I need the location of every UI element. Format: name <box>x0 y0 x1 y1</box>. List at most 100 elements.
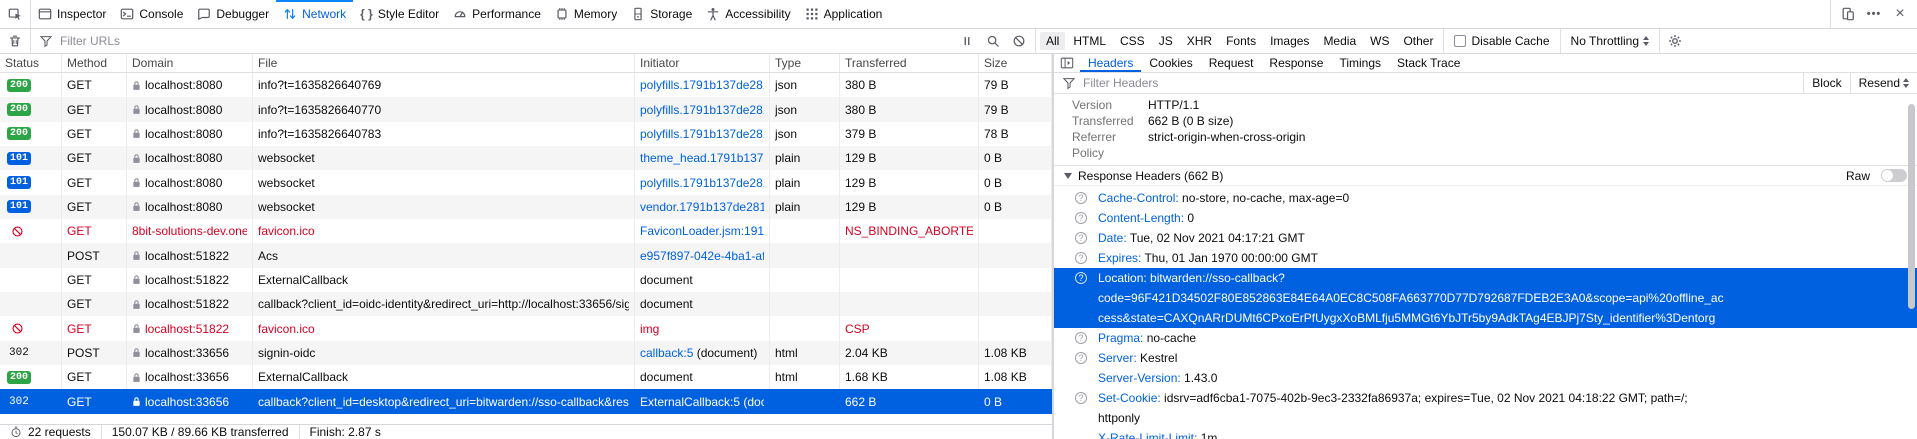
network-settings-button[interactable] <box>1660 29 1690 53</box>
tab-network[interactable]: Network <box>276 0 353 28</box>
column-header-transferred[interactable]: Transferred <box>840 54 979 72</box>
request-row[interactable]: 200GETlocalhost:8080info?t=1635826640769… <box>0 73 1052 97</box>
pause-button[interactable] <box>955 29 979 53</box>
search-button[interactable] <box>981 29 1005 53</box>
type-filter-images[interactable]: Images <box>1264 32 1315 50</box>
tab-performance[interactable]: Performance <box>446 0 548 28</box>
transferred-label: 1.68 KB <box>845 370 888 384</box>
type-filter-js[interactable]: JS <box>1153 32 1179 50</box>
filter-urls-input[interactable] <box>58 33 951 49</box>
initiator-segment: (document) <box>693 346 757 360</box>
filter-headers-input[interactable] <box>1081 75 1803 91</box>
tab-label: Network <box>302 7 346 21</box>
file-cell: callback?client_id=desktop&redirect_uri=… <box>253 389 635 413</box>
type-filter-other[interactable]: Other <box>1397 32 1439 50</box>
type-filter-buttons: AllHTMLCSSJSXHRFontsImagesMediaWSOther <box>1036 29 1443 53</box>
throttling-select[interactable]: No Throttling <box>1561 29 1659 53</box>
request-row[interactable]: 101GETlocalhost:8080websocketpolyfills.1… <box>0 170 1052 194</box>
request-row[interactable]: POSTlocalhost:51822Acse957f897-042e-4ba1… <box>0 243 1052 267</box>
type-filter-fonts[interactable]: Fonts <box>1220 32 1262 50</box>
column-header-status[interactable]: Status <box>0 54 62 72</box>
response-headers-section-header[interactable]: Response Headers (662 B) Raw <box>1054 165 1917 186</box>
response-header-row[interactable]: ?Location: bitwarden://sso-callback?code… <box>1054 268 1917 328</box>
disable-cache-checkbox[interactable] <box>1454 35 1466 47</box>
menu-dots-button[interactable]: ••• <box>1861 0 1887 28</box>
initiator-label: document <box>640 297 693 311</box>
column-header-size[interactable]: Size <box>979 54 1052 72</box>
split-panel-button[interactable] <box>1054 54 1080 72</box>
request-row[interactable]: 302POSTlocalhost:33656signin-oidccallbac… <box>0 341 1052 365</box>
request-row[interactable]: GET8bit-solutions-dev.onelogin....favico… <box>0 219 1052 243</box>
request-row[interactable]: 101GETlocalhost:8080websockettheme_head.… <box>0 146 1052 170</box>
column-header-method[interactable]: Method <box>62 54 127 72</box>
initiator-cell: callback:5 (document) <box>635 341 770 365</box>
type-filter-html[interactable]: HTML <box>1067 32 1112 50</box>
tab-memory[interactable]: Memory <box>548 0 624 28</box>
request-row[interactable]: 200GETlocalhost:33656ExternalCallbackdoc… <box>0 365 1052 389</box>
request-row[interactable]: GETlocalhost:51822ExternalCallbackdocume… <box>0 268 1052 292</box>
transferred-label: 129 B <box>845 200 876 214</box>
type-filter-css[interactable]: CSS <box>1114 32 1151 50</box>
response-header-row[interactable]: X-Rate-Limit-Limit: 1m <box>1054 428 1917 439</box>
transferred-label: 379 B <box>845 127 876 141</box>
request-row[interactable]: 101GETlocalhost:8080websocketvendor.1791… <box>0 195 1052 219</box>
file-cell: favicon.ico <box>253 316 635 340</box>
request-row[interactable]: 200GETlocalhost:8080info?t=1635826640770… <box>0 97 1052 121</box>
column-header-domain[interactable]: Domain <box>127 54 253 72</box>
tab-console[interactable]: Console <box>113 0 190 28</box>
clear-requests-button[interactable] <box>0 29 30 53</box>
resend-button-label: Resend <box>1859 76 1900 90</box>
details-tab-response[interactable]: Response <box>1261 54 1331 72</box>
response-header-row[interactable]: ?Cache-Control: no-store, no-cache, max-… <box>1054 188 1917 208</box>
response-header-row[interactable]: ?Expires: Thu, 01 Jan 1970 00:00:00 GMT <box>1054 248 1917 268</box>
block-button[interactable] <box>1007 29 1031 53</box>
type-filter-ws[interactable]: WS <box>1364 32 1395 50</box>
column-header-initiator[interactable]: Initiator <box>635 54 770 72</box>
method-cell: GET <box>62 122 127 146</box>
details-tab-request[interactable]: Request <box>1201 54 1262 72</box>
status-badge: 200 <box>7 127 31 140</box>
tab-inspector[interactable]: Inspector <box>31 0 113 28</box>
disable-cache-control[interactable]: Disable Cache <box>1444 29 1559 53</box>
domain-cell: localhost:8080 <box>127 97 253 121</box>
response-header-row[interactable]: Server-Version: 1.43.0 <box>1054 368 1917 388</box>
response-header-row[interactable]: ?Pragma: no-cache <box>1054 328 1917 348</box>
size-cell: 0 B <box>979 170 1052 194</box>
request-row[interactable]: GETlocalhost:51822favicon.icoimgCSP <box>0 316 1052 340</box>
column-header-type[interactable]: Type <box>770 54 840 72</box>
details-tab-stack-trace[interactable]: Stack Trace <box>1389 54 1468 72</box>
transferred-cell: 662 B <box>840 389 979 413</box>
response-header-row[interactable]: ?Set-Cookie: idsrv=adf6cba1-7075-402b-9e… <box>1054 388 1917 428</box>
request-row[interactable]: 302GETlocalhost:33656callback?client_id=… <box>0 389 1052 413</box>
column-header-file[interactable]: File <box>253 54 635 72</box>
responsive-design-button[interactable] <box>1835 0 1861 28</box>
type-filter-xhr[interactable]: XHR <box>1181 32 1218 50</box>
method-label: GET <box>67 200 92 214</box>
tab-style-editor[interactable]: { }Style Editor <box>353 0 446 28</box>
details-scrollbar-thumb[interactable] <box>1908 104 1915 309</box>
help-icon: ? <box>1075 252 1087 264</box>
details-tab-headers[interactable]: Headers <box>1080 54 1141 72</box>
type-cell: plain <box>770 146 840 170</box>
tab-application[interactable]: Application <box>798 0 890 28</box>
type-filter-all[interactable]: All <box>1040 32 1065 50</box>
help-icon: ? <box>1075 232 1087 244</box>
details-tab-timings[interactable]: Timings <box>1331 54 1389 72</box>
block-button[interactable]: Block <box>1803 73 1849 93</box>
request-row[interactable]: GETlocalhost:51822callback?client_id=oid… <box>0 292 1052 316</box>
header-value: idsrv=adf6cba1-7075-402b-9ec3-2332fa8693… <box>1098 391 1688 425</box>
tab-storage[interactable]: Storage <box>624 0 699 28</box>
details-tab-cookies[interactable]: Cookies <box>1141 54 1200 72</box>
response-header-row[interactable]: ?Date: Tue, 02 Nov 2021 04:17:21 GMT <box>1054 228 1917 248</box>
chevron-updown-icon <box>1903 75 1909 91</box>
resend-button[interactable]: Resend <box>1850 73 1917 93</box>
tab-accessibility[interactable]: Accessibility <box>699 0 797 28</box>
raw-toggle[interactable] <box>1881 169 1907 182</box>
response-header-row[interactable]: ?Server: Kestrel <box>1054 348 1917 368</box>
tab-debugger[interactable]: Debugger <box>190 0 276 28</box>
close-button[interactable]: × <box>1887 0 1913 28</box>
type-filter-media[interactable]: Media <box>1317 32 1362 50</box>
pick-element-button[interactable] <box>0 0 30 28</box>
response-header-row[interactable]: ?Content-Length: 0 <box>1054 208 1917 228</box>
request-row[interactable]: 200GETlocalhost:8080info?t=1635826640783… <box>0 122 1052 146</box>
